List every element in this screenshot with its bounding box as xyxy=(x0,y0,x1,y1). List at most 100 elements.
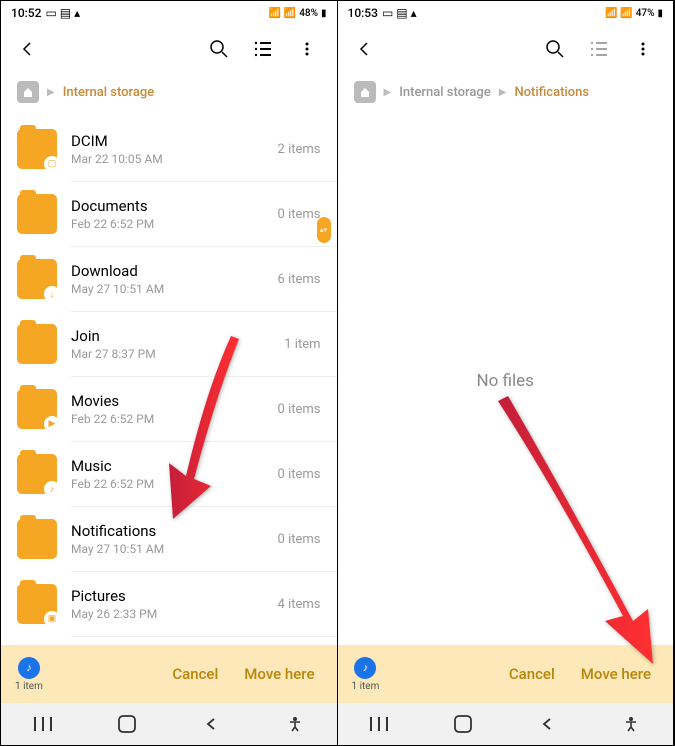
folder-row[interactable]: ▶ Movies Feb 22 6:52 PM 0 items xyxy=(1,377,337,441)
folder-name: Join xyxy=(71,327,270,345)
home-button[interactable] xyxy=(107,704,147,744)
folder-row[interactable]: ♪ Music Feb 22 6:52 PM 0 items xyxy=(1,442,337,506)
folder-row[interactable]: Notifications May 27 10:51 AM 0 items xyxy=(1,507,337,571)
folder-badge-icon: ▶ xyxy=(44,416,60,432)
selected-item: ♪ 1 item xyxy=(352,657,380,692)
folder-icon xyxy=(17,519,57,559)
folder-count: 1 item xyxy=(284,337,320,352)
action-bar: ♪ 1 item Cancel Move here xyxy=(1,645,337,703)
folder-name: Movies xyxy=(71,392,264,410)
folder-name: Documents xyxy=(71,197,264,215)
folder-date: Mar 22 10:05 AM xyxy=(71,152,264,166)
folder-date: Feb 22 6:52 PM xyxy=(71,477,264,491)
back-nav-button[interactable] xyxy=(527,704,567,744)
status-time: 10:52 xyxy=(11,6,41,20)
toolbar xyxy=(1,25,337,73)
move-here-button[interactable]: Move here xyxy=(573,659,659,689)
file-type-icon: ♪ xyxy=(18,657,40,679)
breadcrumb: ▶ Internal storage ▶ Notifications xyxy=(338,73,674,117)
folder-count: 0 items xyxy=(278,532,321,547)
more-icon[interactable] xyxy=(625,31,661,67)
breadcrumb-item[interactable]: Internal storage xyxy=(399,85,491,100)
folder-badge-icon: ▢ xyxy=(44,156,60,172)
folder-row[interactable]: ↓ Download May 27 10:51 AM 6 items xyxy=(1,247,337,311)
folder-icon xyxy=(17,194,57,234)
recents-button[interactable] xyxy=(23,704,63,744)
navigation-bar xyxy=(1,703,337,745)
folder-count: 6 items xyxy=(278,272,321,287)
folder-date: May 26 2:33 PM xyxy=(71,607,264,621)
breadcrumb-item[interactable]: Notifications xyxy=(514,85,589,100)
status-bar: 10:53 ▭ ▤ ▴ 📶 📶 47% ▮ xyxy=(338,1,674,25)
battery-icon: ▮ xyxy=(657,8,663,19)
folder-badge-icon: ▣ xyxy=(44,611,60,627)
folder-icon: ▶ xyxy=(17,389,57,429)
folder-icon: ▢ xyxy=(17,129,57,169)
folder-row[interactable]: ♪ Podcasts Feb 22 6:52 PM 0 items xyxy=(1,637,337,645)
signal-icons: 📶 📶 xyxy=(605,8,632,19)
folder-name: Notifications xyxy=(71,522,264,540)
selected-item: ♪ 1 item xyxy=(15,657,43,692)
folder-row[interactable]: Join Mar 27 8:37 PM 1 item xyxy=(1,312,337,376)
folder-date: Feb 22 6:52 PM xyxy=(71,412,264,426)
accessibility-button[interactable] xyxy=(611,704,651,744)
folder-row[interactable]: ▢ DCIM Mar 22 10:05 AM 2 items xyxy=(1,117,337,181)
chevron-right-icon: ▶ xyxy=(499,87,507,98)
battery-pct: 48% xyxy=(299,8,318,19)
folder-icon xyxy=(17,324,57,364)
status-icons: ▭ ▤ ▴ xyxy=(45,6,80,20)
action-bar: ♪ 1 item Cancel Move here xyxy=(338,645,674,703)
chevron-right-icon: ▶ xyxy=(384,87,392,98)
empty-state: No files xyxy=(338,117,674,645)
screen-right: 10:53 ▭ ▤ ▴ 📶 📶 47% ▮ ▶ Internal storage… xyxy=(338,1,675,745)
back-nav-button[interactable] xyxy=(191,704,231,744)
status-time: 10:53 xyxy=(348,6,378,20)
folder-name: Download xyxy=(71,262,264,280)
selection-count: 1 item xyxy=(15,681,43,692)
folder-row[interactable]: ▣ Pictures May 26 2:33 PM 4 items xyxy=(1,572,337,636)
folder-date: May 27 10:51 AM xyxy=(71,282,264,296)
home-icon[interactable] xyxy=(354,81,376,103)
more-icon[interactable] xyxy=(289,31,325,67)
folder-count: 2 items xyxy=(278,142,321,157)
folder-name: Music xyxy=(71,457,264,475)
folder-count: 0 items xyxy=(278,467,321,482)
folder-count: 4 items xyxy=(278,597,321,612)
folder-icon: ▣ xyxy=(17,584,57,624)
folder-icon: ♪ xyxy=(17,454,57,494)
battery-icon: ▮ xyxy=(321,8,327,19)
folder-count: 0 items xyxy=(278,207,321,222)
list-view-icon[interactable] xyxy=(581,31,617,67)
folder-icon: ↓ xyxy=(17,259,57,299)
list-view-icon[interactable] xyxy=(245,31,281,67)
folder-name: DCIM xyxy=(71,132,264,150)
file-type-icon: ♪ xyxy=(354,657,376,679)
search-icon[interactable] xyxy=(201,31,237,67)
scroll-indicator[interactable]: ▴▾ xyxy=(317,217,331,243)
folder-row[interactable]: Documents Feb 22 6:52 PM 0 items xyxy=(1,182,337,246)
home-icon[interactable] xyxy=(17,81,39,103)
status-icons: ▭ ▤ ▴ xyxy=(382,6,417,20)
back-button[interactable] xyxy=(350,35,378,63)
search-icon[interactable] xyxy=(537,31,573,67)
move-here-button[interactable]: Move here xyxy=(236,659,322,689)
signal-icons: 📶 📶 xyxy=(269,8,296,19)
battery-pct: 47% xyxy=(636,8,655,19)
folder-list: ▢ DCIM Mar 22 10:05 AM 2 items Documents… xyxy=(1,117,337,645)
back-button[interactable] xyxy=(13,35,41,63)
home-button[interactable] xyxy=(443,704,483,744)
screen-left: 10:52 ▭ ▤ ▴ 📶 📶 48% ▮ ▶ Internal storage xyxy=(1,1,338,745)
breadcrumb: ▶ Internal storage xyxy=(1,73,337,117)
chevron-right-icon: ▶ xyxy=(47,87,55,98)
folder-count: 0 items xyxy=(278,402,321,417)
recents-button[interactable] xyxy=(359,704,399,744)
cancel-button[interactable]: Cancel xyxy=(164,659,226,689)
toolbar xyxy=(338,25,674,73)
selection-count: 1 item xyxy=(352,681,380,692)
breadcrumb-item[interactable]: Internal storage xyxy=(63,85,155,100)
folder-date: May 27 10:51 AM xyxy=(71,542,264,556)
cancel-button[interactable]: Cancel xyxy=(501,659,563,689)
accessibility-button[interactable] xyxy=(275,704,315,744)
status-bar: 10:52 ▭ ▤ ▴ 📶 📶 48% ▮ xyxy=(1,1,337,25)
folder-badge-icon: ♪ xyxy=(44,481,60,497)
